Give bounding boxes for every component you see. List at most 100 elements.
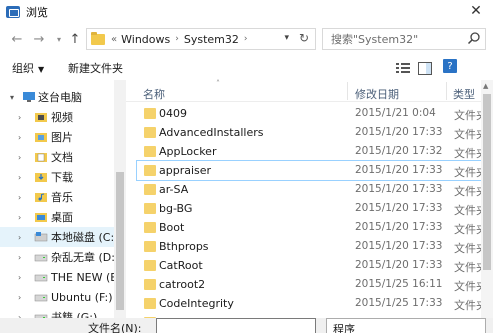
column-header-date[interactable]: 修改日期 [355, 86, 399, 102]
file-date: 2015/1/20 17:33 [355, 164, 443, 176]
nav-item-music[interactable]: › 音乐 [0, 187, 114, 207]
file-name: ar-SA [159, 183, 189, 196]
nav-label: 本地磁盘 (C:) [51, 231, 119, 244]
file-row[interactable]: ar-SA 2015/1/20 17:33 文件夹 [126, 180, 481, 199]
search-icon[interactable] [467, 31, 481, 45]
column-divider[interactable] [347, 82, 348, 100]
drive-icon [34, 254, 48, 262]
organize-button[interactable]: 组织 ▼ [12, 60, 44, 76]
new-folder-button[interactable]: 新建文件夹 [68, 60, 123, 76]
preview-pane-icon [418, 61, 432, 75]
nav-item-this-pc[interactable]: ▾ 这台电脑 [0, 87, 114, 107]
file-row[interactable]: CatRoot 2015/1/20 17:33 文件夹 [126, 256, 481, 275]
file-type: 文件夹 [454, 185, 481, 198]
file-row[interactable]: CodeIntegrity 2015/1/25 17:33 文件夹 [126, 294, 481, 313]
file-row[interactable]: AdvancedInstallers 2015/1/20 17:33 文件夹 [126, 123, 481, 142]
folder-icon [144, 165, 156, 176]
nav-label: 文档 [51, 151, 73, 164]
file-name: 0409 [159, 107, 187, 120]
music-folder-icon [35, 193, 47, 202]
file-type-filter-select[interactable]: 程序 [326, 318, 486, 333]
file-type: 文件夹 [454, 109, 481, 122]
breadcrumb-separator-icon[interactable]: › [175, 34, 179, 44]
chevron-right-icon[interactable]: › [18, 153, 21, 162]
column-header-type[interactable]: 类型 [453, 86, 475, 102]
chevron-down-icon: ▼ [38, 65, 45, 74]
nav-scrollbar[interactable] [114, 80, 126, 333]
app-icon [6, 6, 20, 18]
file-type: 文件夹 [454, 299, 481, 312]
scroll-up-icon[interactable]: ▲ [483, 82, 488, 90]
preview-pane-button[interactable] [418, 60, 436, 76]
filename-input[interactable] [156, 318, 316, 333]
file-row[interactable]: catroot2 2015/1/25 16:11 文件夹 [126, 275, 481, 294]
file-row[interactable]: Bthprops 2015/1/20 17:33 文件夹 [126, 237, 481, 256]
column-header-name[interactable]: 名称 [143, 86, 165, 102]
file-date: 2015/1/20 17:33 [355, 202, 443, 214]
sort-ascending-icon: ˄ [216, 79, 220, 88]
folder-icon [144, 241, 156, 252]
file-row[interactable]: AppLocker 2015/1/20 17:32 文件夹 [126, 142, 481, 161]
nav-label: 图片 [51, 131, 73, 144]
file-row[interactable]: bg-BG 2015/1/20 17:33 文件夹 [126, 199, 481, 218]
breadcrumb-separator-icon[interactable]: › [244, 34, 248, 44]
file-date: 2015/1/20 17:33 [355, 240, 443, 252]
up-arrow-icon[interactable]: ↑ [66, 30, 84, 48]
nav-item-local-disk-c[interactable]: › 本地磁盘 (C:) [0, 227, 118, 247]
nav-item-videos[interactable]: › 视频 [0, 107, 114, 127]
nav-item-drive-e[interactable]: › THE NEW (E: [0, 267, 121, 287]
forward-arrow-icon[interactable]: → [30, 30, 48, 48]
folder-icon [144, 203, 156, 214]
file-list-scrollbar[interactable]: ▲ [481, 80, 493, 333]
file-date: 2015/1/20 17:33 [355, 221, 443, 233]
column-divider[interactable] [446, 82, 447, 100]
file-date: 2015/1/25 17:33 [355, 297, 443, 309]
nav-item-downloads[interactable]: › 下载 [0, 167, 114, 187]
file-name: AppLocker [159, 145, 217, 158]
title-bar: 浏览 ✕ [0, 0, 493, 24]
nav-item-drive-d[interactable]: › 杂乱无章 (D:) [0, 247, 119, 267]
window-title: 浏览 [26, 6, 48, 19]
search-placeholder: 搜索"System32" [331, 33, 419, 46]
nav-item-documents[interactable]: › 文档 [0, 147, 114, 167]
chevron-down-icon[interactable]: ▾ [10, 93, 14, 102]
view-list-icon [396, 63, 410, 73]
chevron-right-icon[interactable]: › [18, 293, 21, 302]
drive-icon [34, 294, 48, 302]
file-date: 2015/1/25 16:11 [355, 278, 443, 290]
file-row[interactable]: Boot 2015/1/20 17:33 文件夹 [126, 218, 481, 237]
breadcrumb-windows[interactable]: Windows [121, 33, 170, 46]
search-input[interactable]: 搜索"System32" [322, 28, 486, 50]
file-list-scrollbar-thumb[interactable] [483, 94, 491, 270]
address-dropdown-icon[interactable]: ▾ [284, 33, 289, 43]
nav-label: 音乐 [51, 191, 73, 204]
file-date: 2015/1/21 0:04 [355, 107, 436, 119]
breadcrumb-overflow[interactable]: « [111, 34, 117, 45]
chevron-right-icon[interactable]: › [18, 173, 21, 182]
filename-label: 文件名(N): [88, 322, 142, 333]
chevron-right-icon[interactable]: › [18, 133, 21, 142]
file-date: 2015/1/20 17:33 [355, 183, 443, 195]
nav-item-pictures[interactable]: › 图片 [0, 127, 114, 147]
nav-item-desktop[interactable]: › 桌面 [0, 207, 114, 227]
chevron-right-icon[interactable]: › [18, 113, 21, 122]
chevron-right-icon[interactable]: › [18, 233, 21, 242]
dialog-footer: 文件名(N): 程序 [0, 318, 493, 333]
file-row[interactable]: 0409 2015/1/21 0:04 文件夹 [126, 104, 481, 123]
address-bar[interactable]: « Windows › System32 › ▾ ↻ [86, 28, 316, 50]
chevron-right-icon[interactable]: › [18, 273, 21, 282]
column-header-row: ˄ 名称 修改日期 类型 [126, 79, 493, 102]
nav-item-drive-f[interactable]: › Ubuntu (F:) [0, 287, 114, 307]
chevron-right-icon[interactable]: › [18, 253, 21, 262]
back-arrow-icon[interactable]: ← [8, 30, 26, 48]
nav-scrollbar-thumb[interactable] [116, 172, 124, 310]
file-row-focused[interactable]: appraiser 2015/1/20 17:33 文件夹 [136, 160, 482, 181]
refresh-icon[interactable]: ↻ [299, 31, 309, 45]
chevron-right-icon[interactable]: › [18, 213, 21, 222]
file-name: CatRoot [159, 259, 203, 272]
help-icon[interactable]: ? [443, 59, 457, 73]
chevron-right-icon[interactable]: › [18, 193, 21, 202]
close-icon[interactable]: ✕ [459, 0, 493, 22]
file-name: Boot [159, 221, 185, 234]
breadcrumb-system32[interactable]: System32 [184, 33, 239, 46]
